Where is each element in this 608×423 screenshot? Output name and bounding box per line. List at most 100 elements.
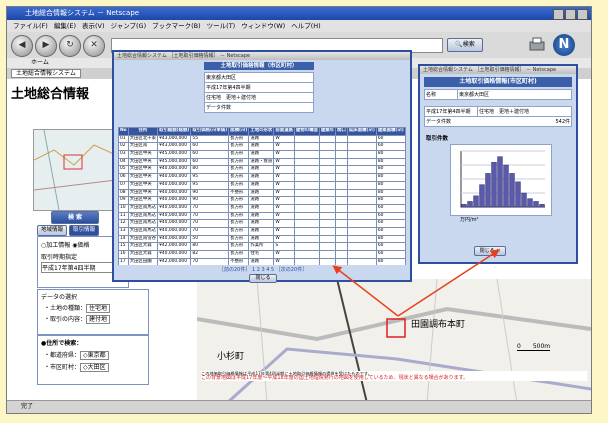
maximize-button[interactable] (565, 9, 576, 20)
menu-item[interactable]: 表示(V) (82, 20, 105, 32)
chart-bar (473, 195, 479, 208)
table-cell: 70 (190, 257, 230, 265)
table-cell: W (273, 157, 295, 167)
forward-arrow-icon[interactable]: ▶ (35, 35, 57, 57)
table-row: 08大田区中央¥40,000,00090不整形道路W 80第1種住居 (118, 188, 406, 198)
table-cell: ¥40,000,000 (157, 180, 192, 190)
table-cell: 大田区大森 (127, 250, 159, 259)
chart-bar (467, 201, 473, 208)
table-cell (318, 196, 337, 205)
table-cell: 第1種住居 (404, 188, 406, 198)
reload-icon[interactable]: ↻ (59, 35, 81, 57)
trade-row: ・取引の内容： 建付地 (44, 314, 142, 324)
table-cell: 道路 (248, 211, 275, 221)
minimize-button[interactable] (553, 9, 564, 20)
stop-icon[interactable]: ✕ (83, 35, 105, 57)
column-header[interactable]: 土地の形状 (248, 127, 275, 136)
search-submit-button[interactable]: 検 索 (51, 211, 99, 224)
tab-trade-info[interactable]: 取引情報 (69, 225, 100, 236)
pref-select[interactable]: ◇東京都 (80, 351, 109, 360)
column-header[interactable]: 建物の構造 (293, 127, 320, 136)
search-button[interactable]: 🔍検索 (447, 38, 483, 52)
table-cell: 大田区中央 (127, 150, 159, 159)
table-kind: 住宅地 更地＋建付地 (204, 92, 314, 103)
count-value: 542件 (555, 119, 570, 125)
table-cell: W (273, 226, 295, 236)
column-header[interactable]: 面積(㎡) (228, 127, 250, 136)
table-cell (293, 242, 320, 251)
print-icon[interactable] (527, 35, 547, 55)
table-cell (335, 219, 348, 228)
main-map[interactable]: 田園調布本町 小杉町 0 500m この地価取引価格情報は平成17年第4四半期に… (197, 279, 591, 403)
table-close-button[interactable]: 閉じる (249, 274, 277, 283)
table-cell (293, 234, 320, 244)
city-row: ・市区町村： ◇大田区 (44, 362, 142, 372)
menu-item[interactable]: ツール(T) (207, 20, 236, 32)
table-cell: 大田区南馬込 (127, 203, 159, 213)
table-cell: 第1種住居 (404, 150, 406, 159)
table-period: 平成17年第4四半期 (204, 82, 314, 93)
menu-item[interactable]: ウィンドウ(W) (241, 20, 285, 32)
column-header[interactable]: 住所 (127, 127, 159, 136)
close-button[interactable] (577, 9, 588, 20)
tab-main[interactable]: 土地総合情報システム (11, 69, 81, 78)
chart-close-button[interactable]: 閉じる ✕ (474, 246, 506, 256)
table-cell: 大田区南馬込 (127, 211, 159, 221)
table-cell: 大田区南馬込 (127, 219, 159, 228)
column-header[interactable]: 用途地域 (404, 127, 406, 136)
menu-item[interactable]: 編集(E) (54, 20, 76, 32)
column-header[interactable]: 前面道路 (273, 127, 295, 136)
table-cell: 第1種住居 (404, 234, 406, 244)
table-cell (335, 157, 348, 167)
column-header[interactable]: 取引価格(㎡単価) (190, 127, 230, 136)
table-cell (346, 250, 377, 259)
table-row: 10大田区南馬込¥40,000,00070長方形道路W 60第1種低層 (118, 203, 406, 213)
overview-map[interactable] (33, 129, 117, 211)
table-cell: ¥40,000,000 (157, 188, 192, 198)
bookmark-home[interactable]: ホーム (31, 59, 49, 66)
table-row: 16大田区大森¥40,000,00082長方形住宅W 60準工業 (118, 250, 406, 259)
table-row: 17大田区田園¥42,000,00070不整形道路W 80第1種低層 (118, 257, 406, 265)
table-cell (318, 226, 337, 236)
table-cell (346, 134, 377, 144)
table-cell: 道路 (248, 234, 275, 244)
table-cell (318, 150, 337, 159)
chart-popup-window: 土地総合情報システム ［土地取引価格情報］ － Netscape 土地取引価格情… (418, 64, 578, 264)
column-header[interactable]: 取引総額(総額) (157, 127, 192, 136)
column-header[interactable]: 建築面積(㎡) (375, 127, 406, 136)
table-pager[interactable]: ［前の20件］ 1 2 3 4 5 ［次の20件］ (219, 266, 307, 273)
table-cell: 長方形 (228, 165, 250, 175)
column-header[interactable]: 延床面積(㎡) (346, 127, 377, 136)
table-cell: W (273, 219, 295, 228)
column-header[interactable]: 建築年 (318, 127, 337, 136)
column-header[interactable]: 間口 (335, 127, 348, 136)
table-cell: 12 (118, 219, 129, 228)
table-cell: 第1種低層 (404, 219, 406, 228)
table-cell (346, 142, 377, 152)
menu-item[interactable]: ジャンプ(G) (111, 20, 147, 32)
table-cell: 道路 (248, 226, 275, 236)
table-cell (293, 188, 320, 198)
table-cell: W (273, 257, 295, 265)
city-select[interactable]: ◇大田区 (80, 363, 109, 372)
tab-area-info[interactable]: 地域情報 (37, 225, 68, 236)
table-cell: 80 (375, 173, 406, 182)
menu-item[interactable]: ヘルプ(H) (291, 20, 320, 32)
table-cell: 80 (375, 196, 406, 205)
table-cell: 07 (118, 180, 129, 190)
table-cell: 第1種住居 (404, 165, 406, 175)
table-cell: 70 (190, 219, 230, 228)
back-arrow-icon[interactable]: ◀ (11, 35, 33, 57)
table-cell: 04 (118, 157, 129, 167)
table-cell (346, 196, 377, 205)
land-type-select[interactable]: 住宅地 (86, 304, 111, 313)
table-cell: 長方形 (228, 180, 250, 190)
column-header[interactable]: No (118, 127, 129, 136)
table-cell: 長方形 (228, 134, 250, 144)
table-cell: 長方形 (228, 173, 250, 182)
trade-select[interactable]: 建付地 (86, 315, 111, 324)
menu-item[interactable]: ブックマーク(B) (152, 20, 201, 32)
menu-item[interactable]: ファイル(F) (13, 20, 48, 32)
table-cell (335, 173, 348, 182)
table-cell: ¥40,000,000 (157, 173, 192, 182)
